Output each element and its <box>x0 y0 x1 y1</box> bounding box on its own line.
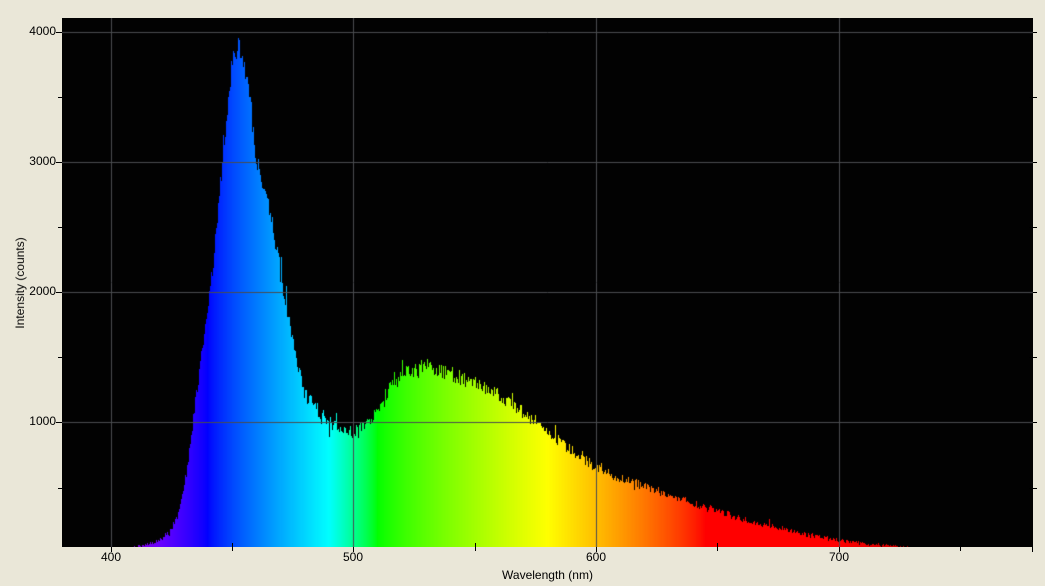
y-minor-tick-right <box>1029 488 1037 489</box>
y-major-tick <box>56 422 62 423</box>
y-tick-label: 1000 <box>2 415 56 428</box>
x-minor-tick <box>232 543 233 551</box>
y-tick-label: 2000 <box>2 285 56 298</box>
y-minor-tick <box>58 488 66 489</box>
x-axis-title: Wavelength (nm) <box>62 568 1033 582</box>
y-minor-tick <box>58 357 66 358</box>
y-minor-tick-right <box>1029 357 1037 358</box>
y-tick-label: 3000 <box>2 155 56 168</box>
x-tick-label: 500 <box>323 551 383 564</box>
y-major-tick <box>56 292 62 293</box>
y-minor-tick-right <box>1029 97 1037 98</box>
x-minor-tick <box>960 543 961 551</box>
y-major-tick-right <box>1033 32 1037 33</box>
spectrum-chart: 400 500 600 700 1000 2000 3000 4000 Intensity (… <box>0 0 1045 586</box>
y-minor-tick <box>58 97 66 98</box>
x-axis-end-tick <box>1032 547 1033 552</box>
x-minor-tick <box>717 543 718 551</box>
x-tick-label: 400 <box>81 551 141 564</box>
y-major-tick-right <box>1033 422 1037 423</box>
x-tick-label: 700 <box>809 551 869 564</box>
x-tick-label: 600 <box>566 551 626 564</box>
y-axis-title: Intensity (counts) <box>13 237 27 328</box>
x-minor-tick <box>475 543 476 551</box>
y-major-tick <box>56 32 62 33</box>
y-tick-label: 4000 <box>2 25 56 38</box>
y-minor-tick-right <box>1029 227 1037 228</box>
y-major-tick-right <box>1033 162 1037 163</box>
plot-area <box>62 18 1033 547</box>
y-minor-tick <box>58 227 66 228</box>
y-major-tick <box>56 162 62 163</box>
y-major-tick-right <box>1033 292 1037 293</box>
